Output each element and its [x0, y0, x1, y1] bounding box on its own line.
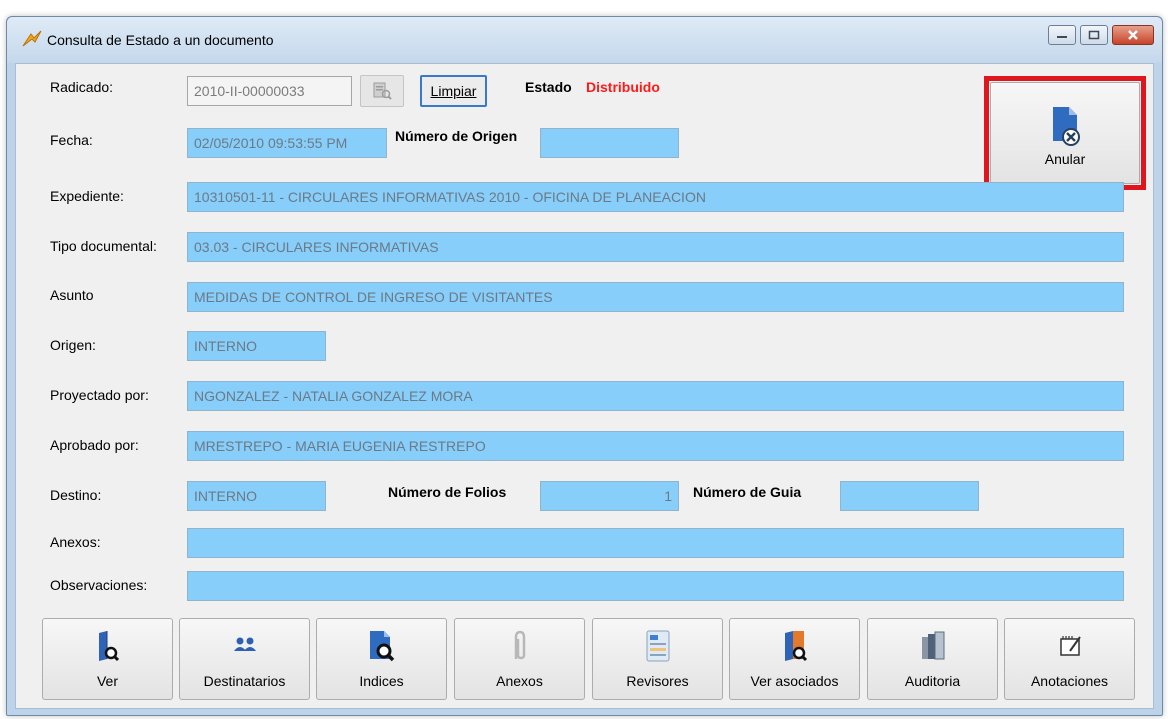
anotaciones-button[interactable]: Anotaciones — [1004, 618, 1135, 700]
document-search-icon — [369, 631, 394, 662]
numero-folios-label: Número de Folios — [388, 484, 507, 500]
indices-label: Indices — [359, 673, 404, 689]
expediente-label: Expediente: — [50, 188, 124, 204]
fecha-field[interactable]: 02/05/2010 09:53:55 PM — [187, 128, 387, 158]
observaciones-label: Observaciones: — [50, 577, 148, 593]
aprobado-field[interactable]: MRESTREPO - MARIA EUGENIA RESTREPO — [187, 431, 1124, 461]
app-icon — [22, 30, 42, 47]
close-icon — [1113, 26, 1153, 44]
observaciones-field[interactable] — [187, 571, 1124, 601]
aprobado-label: Aprobado por: — [50, 437, 139, 453]
origen-label: Origen: — [50, 337, 96, 353]
maximize-icon — [1081, 26, 1107, 44]
minimize-button[interactable] — [1048, 25, 1076, 45]
estado-value: Distribuido — [586, 79, 660, 95]
limpiar-button[interactable]: Limpiar — [420, 75, 487, 107]
radicado-input[interactable]: 2010-II-00000033 — [187, 76, 352, 106]
auditoria-button[interactable]: Auditoria — [867, 618, 998, 700]
binder-search-icon — [784, 631, 807, 662]
revisores-button[interactable]: Revisores — [592, 618, 723, 700]
numero-guia-label: Número de Guia — [693, 484, 802, 500]
find-icon — [373, 82, 392, 100]
close-button[interactable] — [1112, 25, 1154, 45]
anexos-button-label: Anexos — [496, 673, 543, 689]
document-cancel-icon — [1053, 107, 1080, 146]
proyectado-field[interactable]: NGONZALEZ - NATALIA GONZALEZ MORA — [187, 381, 1124, 411]
anexos-button[interactable]: Anexos — [454, 618, 585, 700]
tipo-documental-field[interactable]: 03.03 - CIRCULARES INFORMATIVAS — [187, 232, 1124, 262]
destinatarios-label: Destinatarios — [203, 673, 286, 689]
destinatarios-button[interactable]: Destinatarios — [179, 618, 310, 700]
form-panel: Radicado: 2010-II-00000033 Limpiar Estad… — [15, 63, 1154, 709]
minimize-icon — [1049, 26, 1075, 44]
numero-origen-field[interactable] — [540, 128, 679, 158]
stacked-books-icon — [921, 631, 944, 660]
destino-label: Destino: — [50, 487, 102, 503]
window-controls — [1048, 25, 1154, 45]
ver-asociados-button[interactable]: Ver asociados — [729, 618, 860, 700]
expediente-field[interactable]: 10310501-11 - CIRCULARES INFORMATIVAS 20… — [187, 182, 1124, 212]
revisores-label: Revisores — [626, 673, 689, 689]
anular-button[interactable]: Anular — [990, 82, 1140, 184]
proyectado-label: Proyectado por: — [50, 387, 149, 403]
title-bar[interactable]: Consulta de Estado a un documento — [7, 17, 1162, 63]
book-search-icon — [98, 631, 119, 662]
window-title: Consulta de Estado a un documento — [47, 32, 274, 48]
numero-guia-field[interactable] — [840, 481, 979, 511]
anotaciones-label: Anotaciones — [1030, 673, 1109, 689]
paperclip-icon — [514, 630, 525, 660]
auditoria-label: Auditoria — [904, 673, 961, 689]
numero-folios-field[interactable]: 1 — [540, 481, 679, 511]
notepad-icon — [1059, 636, 1081, 656]
form-card-icon — [646, 630, 669, 662]
ver-label: Ver — [96, 673, 118, 689]
anexos-field[interactable] — [187, 528, 1124, 558]
anular-label: Anular — [1044, 151, 1086, 167]
fecha-label: Fecha: — [50, 132, 93, 148]
query-window: Consulta de Estado a un documento Radica… — [6, 16, 1163, 716]
origen-field[interactable]: INTERNO — [187, 331, 326, 361]
tipo-documental-label: Tipo documental: — [50, 238, 157, 254]
search-radicado-button[interactable] — [360, 75, 404, 107]
estado-label: Estado — [525, 79, 572, 95]
maximize-button[interactable] — [1080, 25, 1108, 45]
ver-button[interactable]: Ver — [42, 618, 173, 700]
users-icon — [233, 637, 256, 651]
radicado-label: Radicado: — [50, 79, 114, 95]
asunto-label: Asunto — [50, 287, 94, 303]
ver-asociados-label: Ver asociados — [750, 673, 839, 689]
indices-button[interactable]: Indices — [316, 618, 447, 700]
asunto-field[interactable]: MEDIDAS DE CONTROL DE INGRESO DE VISITAN… — [187, 282, 1124, 312]
destino-field[interactable]: INTERNO — [187, 481, 326, 511]
anexos-label: Anexos: — [50, 534, 101, 550]
numero-origen-label: Número de Origen — [395, 128, 518, 144]
